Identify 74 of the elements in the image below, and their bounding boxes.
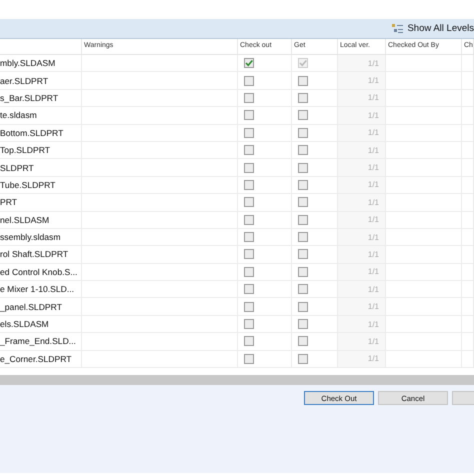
checkbox[interactable] [244, 110, 254, 120]
local-version: 1/1 [368, 215, 379, 224]
file-name: ed Control Knob.S... [0, 266, 78, 277]
checkbox[interactable] [244, 58, 254, 68]
file-name: te.sldasm [0, 110, 37, 120]
checkbox[interactable] [298, 302, 308, 312]
checkbox[interactable] [244, 354, 254, 364]
checkbox[interactable] [298, 354, 308, 364]
local-version: 1/1 [368, 128, 379, 138]
local-version: 1/1 [368, 93, 379, 102]
file-name: SLDPRT [0, 162, 34, 173]
file-name: els.SLDASM [0, 319, 49, 330]
local-version: 1/1 [368, 354, 379, 364]
checkbox[interactable] [298, 128, 308, 138]
checkbox[interactable] [298, 110, 308, 120]
local-version: 1/1 [368, 336, 379, 346]
checkbox[interactable] [244, 232, 254, 242]
file-name: s_Bar.SLDPRT [0, 92, 58, 103]
local-version: 1/1 [368, 302, 379, 312]
checkbox[interactable] [298, 336, 308, 346]
scrollbar[interactable] [0, 375, 474, 385]
checkbox[interactable] [298, 266, 308, 277]
checkbox[interactable] [298, 319, 308, 330]
file-name: PRT [0, 197, 18, 208]
checkbox[interactable] [298, 76, 308, 86]
checkbox[interactable] [244, 128, 254, 138]
file-name: Top.SLDPRT [0, 145, 50, 156]
local-version: 1/1 [368, 163, 379, 172]
file-name: nel.SLDASM [0, 214, 50, 225]
local-version: 1/1 [368, 180, 379, 190]
file-name: Tube.SLDPRT [0, 180, 56, 190]
checkbox[interactable] [298, 284, 308, 294]
checkbox[interactable] [244, 284, 254, 294]
checkbox[interactable] [244, 336, 254, 346]
tree-list-icon [392, 24, 404, 34]
local-version: 1/1 [368, 284, 379, 294]
checkbox[interactable] [244, 197, 254, 208]
local-version: 1/1 [368, 267, 379, 276]
file-name: rol Shaft.SLDPRT [0, 249, 68, 260]
file-name: e Mixer 1-10.SLD... [0, 284, 74, 294]
checkbox[interactable] [244, 319, 254, 330]
checkbox[interactable] [298, 232, 308, 242]
checkbox[interactable] [298, 180, 308, 190]
checkbox[interactable] [244, 214, 254, 225]
file-name: _panel.SLDPRT [0, 302, 62, 312]
file-name: aer.SLDPRT [0, 76, 48, 86]
local-version: 1/1 [368, 58, 379, 68]
show-all-levels-button[interactable]: Show All Levels [386, 22, 474, 35]
checkbox[interactable] [244, 249, 254, 260]
checkbox[interactable] [298, 197, 308, 208]
local-version: 1/1 [368, 320, 379, 329]
checkbox[interactable] [298, 214, 308, 225]
file-name: e_Corner.SLDPRT [0, 354, 72, 364]
checkbox[interactable] [244, 145, 254, 156]
file-name: Bottom.SLDPRT [0, 128, 64, 138]
checkbox[interactable] [244, 266, 254, 277]
local-version: 1/1 [368, 146, 379, 155]
file-name: ssembly.sldasm [0, 232, 60, 242]
checkbox[interactable] [244, 180, 254, 190]
local-version: 1/1 [368, 250, 379, 259]
checkbox[interactable] [244, 92, 254, 103]
local-version: 1/1 [368, 76, 379, 86]
checkbox[interactable] [244, 302, 254, 312]
local-version: 1/1 [368, 110, 379, 120]
checkbox[interactable] [244, 76, 254, 86]
local-version: 1/1 [368, 232, 379, 242]
checkbox[interactable] [298, 92, 308, 103]
checkbox[interactable] [298, 249, 308, 260]
file-name: mbly.SLDASM [0, 58, 56, 68]
local-version: 1/1 [368, 198, 379, 207]
checkbox[interactable] [298, 145, 308, 156]
file-name: _Frame_End.SLD... [0, 336, 76, 346]
checkbox[interactable] [244, 162, 254, 173]
checkbox[interactable] [298, 162, 308, 173]
